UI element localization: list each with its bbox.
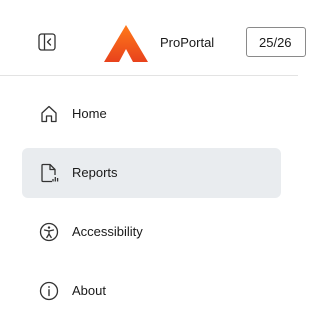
- proportal-logo: [104, 25, 148, 62]
- top-header: ProPortal 25/26: [0, 0, 306, 76]
- app-name: ProPortal: [160, 35, 215, 50]
- sidebar-item-accessibility[interactable]: Accessibility: [22, 207, 281, 257]
- academic-year-select[interactable]: 25/26: [246, 27, 306, 57]
- sidebar-item-label: Home: [72, 106, 107, 121]
- sidebar-item-label: About: [72, 283, 106, 298]
- sidebar-item-label: Reports: [72, 165, 118, 180]
- collapse-sidebar-icon[interactable]: [38, 33, 56, 51]
- sidebar-item-label: Accessibility: [72, 224, 143, 239]
- home-icon: [41, 105, 57, 123]
- info-icon: [39, 281, 59, 301]
- academic-year-value: 25/26: [259, 35, 292, 50]
- reports-icon: [41, 163, 59, 183]
- sidebar-item-reports[interactable]: Reports: [22, 148, 281, 198]
- sidebar-item-home[interactable]: Home: [22, 89, 281, 139]
- accessibility-icon: [39, 222, 59, 242]
- sidebar-item-about[interactable]: About: [22, 266, 281, 316]
